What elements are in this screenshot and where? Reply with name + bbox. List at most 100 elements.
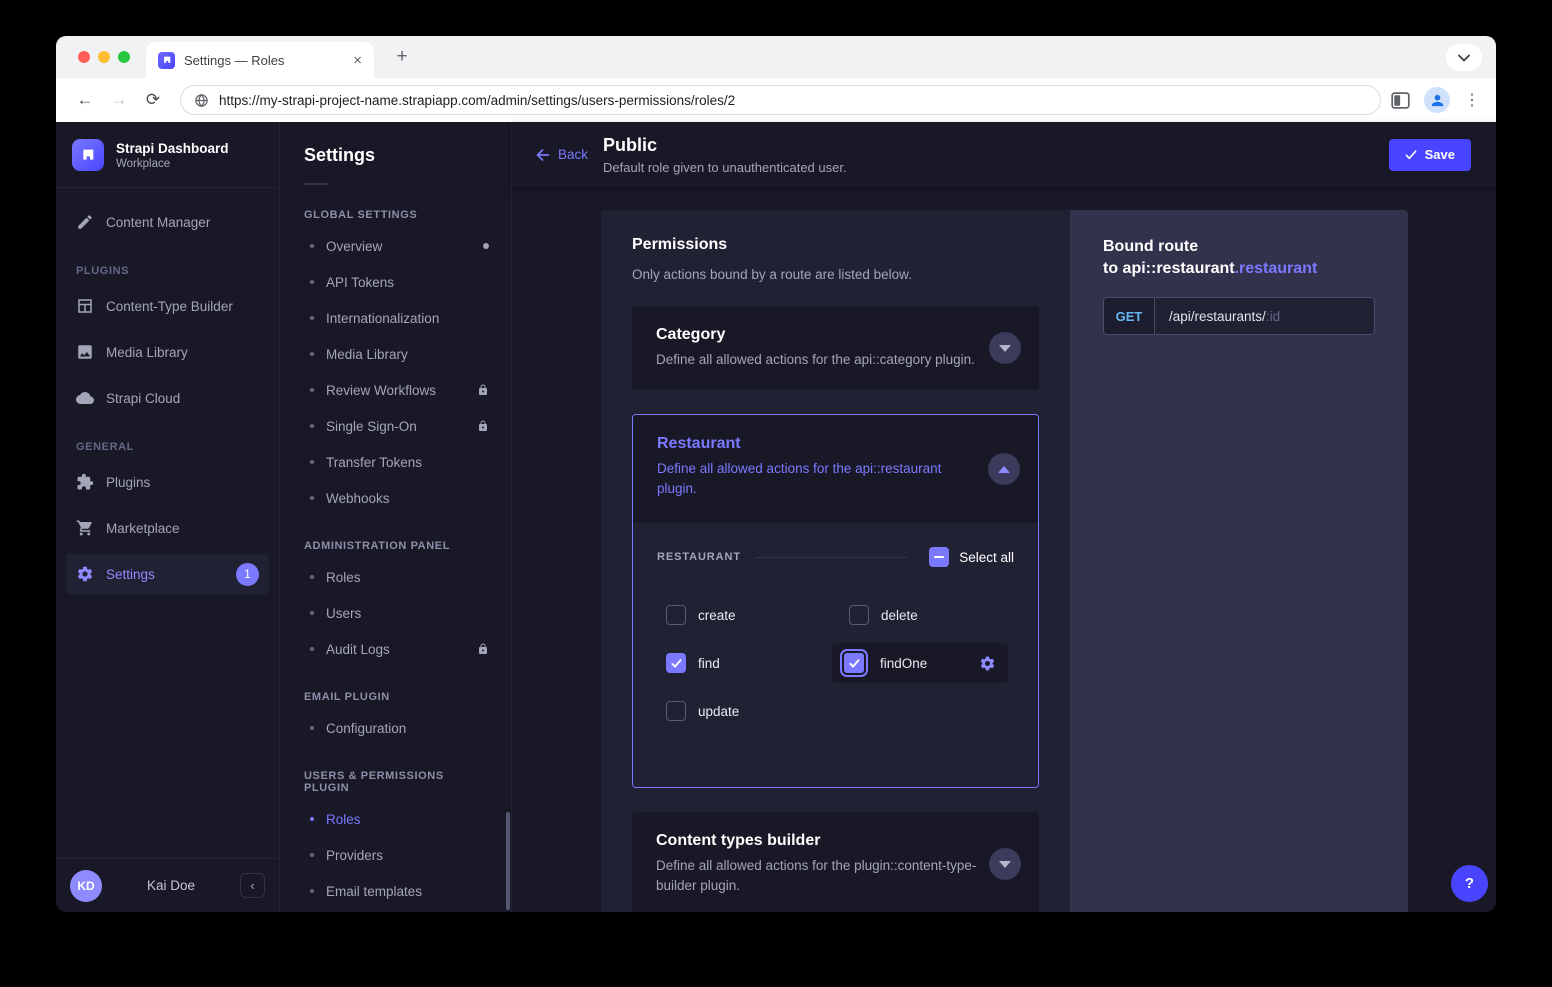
subnav-item-internationalization[interactable]: Internationalization bbox=[280, 300, 511, 336]
tab-close-icon[interactable]: × bbox=[353, 52, 362, 69]
sidebar-item-label: Settings bbox=[106, 567, 155, 582]
zoom-window-button[interactable] bbox=[118, 51, 130, 63]
permission-delete: delete bbox=[840, 605, 1014, 625]
accordion-restaurant-header[interactable]: Restaurant Define all allowed actions fo… bbox=[633, 415, 1038, 523]
reload-icon[interactable]: ⟳ bbox=[139, 86, 167, 114]
url-bar[interactable]: https://my-strapi-project-name.strapiapp… bbox=[180, 85, 1381, 115]
subnav-item-audit-logs[interactable]: Audit Logs bbox=[280, 631, 511, 667]
subnav-item-webhooks[interactable]: Webhooks bbox=[280, 480, 511, 516]
sidebar-item-content-manager[interactable]: Content Manager bbox=[66, 202, 269, 242]
subnav-scrollbar[interactable] bbox=[506, 812, 510, 910]
back-nav-icon[interactable]: ← bbox=[71, 86, 99, 114]
new-tab-button[interactable]: + bbox=[390, 45, 414, 69]
subnav-group-users-permissions: USERS & PERMISSIONS PLUGIN bbox=[304, 770, 487, 794]
select-all-control[interactable]: Select all bbox=[929, 547, 1014, 567]
sidebar-item-marketplace[interactable]: Marketplace bbox=[66, 508, 269, 548]
subnav-item-label: Review Workflows bbox=[326, 383, 436, 398]
expand-ctb-button[interactable] bbox=[989, 848, 1021, 880]
bullet-icon bbox=[310, 817, 314, 821]
sidebar-item-strapi-cloud[interactable]: Strapi Cloud bbox=[66, 378, 269, 418]
browser-profile-avatar[interactable] bbox=[1424, 87, 1450, 113]
page-content: Permissions Only actions bound by a rout… bbox=[512, 187, 1496, 912]
collapse-sidebar-button[interactable]: ‹ bbox=[240, 873, 265, 898]
save-button[interactable]: Save bbox=[1389, 139, 1471, 171]
permission-findone: findOne bbox=[840, 643, 1014, 683]
expand-category-button[interactable] bbox=[989, 332, 1021, 364]
subnav-item-up-roles[interactable]: Roles bbox=[280, 801, 511, 837]
url-text[interactable]: https://my-strapi-project-name.strapiapp… bbox=[219, 93, 735, 108]
subnav-item-review-workflows[interactable]: Review Workflows bbox=[280, 372, 511, 408]
user-name: Kai Doe bbox=[112, 878, 230, 893]
accordion-content-types-builder[interactable]: Content types builder Define all allowed… bbox=[632, 812, 1039, 912]
close-window-button[interactable] bbox=[78, 51, 90, 63]
permission-label: delete bbox=[881, 608, 918, 623]
lock-icon bbox=[477, 384, 489, 396]
subnav-item-label: Audit Logs bbox=[326, 642, 390, 657]
subnav-item-admin-roles[interactable]: Roles bbox=[280, 559, 511, 595]
tab-title: Settings — Roles bbox=[184, 53, 344, 68]
update-checkbox[interactable] bbox=[666, 701, 686, 721]
browser-tab[interactable]: Settings — Roles × bbox=[146, 42, 374, 78]
workspace-switcher[interactable]: Strapi Dashboard Workplace bbox=[56, 122, 279, 187]
sidebar-item-content-type-builder[interactable]: Content-Type Builder bbox=[66, 286, 269, 326]
tab-strip: Settings — Roles × + bbox=[56, 36, 1496, 78]
back-link[interactable]: Back bbox=[535, 147, 588, 162]
subnav-item-email-templates[interactable]: Email templates bbox=[280, 873, 511, 909]
route-path-base: /api/restaurants/ bbox=[1169, 309, 1266, 324]
divider bbox=[56, 187, 279, 188]
subnav-item-label: Overview bbox=[326, 239, 382, 254]
find-checkbox[interactable] bbox=[666, 653, 686, 673]
side-panel-icon[interactable] bbox=[1391, 92, 1410, 109]
subnav-item-transfer-tokens[interactable]: Transfer Tokens bbox=[280, 444, 511, 480]
advanced-settings-cog-button[interactable] bbox=[979, 655, 996, 672]
subnav-item-label: API Tokens bbox=[326, 275, 394, 290]
help-button[interactable]: ? bbox=[1451, 865, 1488, 902]
strapi-logo-icon bbox=[72, 139, 104, 171]
minimize-window-button[interactable] bbox=[98, 51, 110, 63]
subnav-item-users[interactable]: Users bbox=[280, 595, 511, 631]
findone-selected-row[interactable]: findOne bbox=[832, 643, 1008, 683]
user-avatar[interactable]: KD bbox=[70, 870, 102, 902]
subnav-item-api-tokens[interactable]: API Tokens bbox=[280, 264, 511, 300]
select-all-checkbox[interactable] bbox=[929, 547, 949, 567]
globe-icon bbox=[194, 93, 209, 108]
sidebar-item-label: Marketplace bbox=[106, 521, 180, 536]
subnav-title: Settings bbox=[304, 145, 487, 166]
subnav-item-providers[interactable]: Providers bbox=[280, 837, 511, 873]
browser-menu-icon[interactable]: ⋮ bbox=[1464, 90, 1480, 110]
accordion-category[interactable]: Category Define all allowed actions for … bbox=[632, 306, 1039, 390]
create-checkbox[interactable] bbox=[666, 605, 686, 625]
accordion-description: Define all allowed actions for the plugi… bbox=[656, 856, 979, 896]
permission-find: find bbox=[657, 653, 840, 673]
page-subtitle: Default role given to unauthenticated us… bbox=[603, 160, 847, 175]
subnav-item-label: Webhooks bbox=[326, 491, 390, 506]
permissions-grid: create delete bbox=[657, 591, 1014, 735]
sidebar-item-plugins[interactable]: Plugins bbox=[66, 462, 269, 502]
sidebar-footer: KD Kai Doe ‹ bbox=[56, 858, 279, 912]
permission-update: update bbox=[657, 701, 840, 721]
accordion-title: Content types builder bbox=[656, 832, 979, 850]
strapi-favicon-icon bbox=[158, 52, 175, 69]
tab-search-button[interactable] bbox=[1446, 44, 1482, 71]
forward-nav-icon[interactable]: → bbox=[105, 86, 133, 114]
sidebar-item-settings[interactable]: Settings 1 bbox=[66, 554, 269, 594]
browser-toolbar: ← → ⟳ https://my-strapi-project-name.str… bbox=[56, 78, 1496, 122]
sidebar-item-media-library[interactable]: Media Library bbox=[66, 332, 269, 372]
divider bbox=[304, 183, 328, 185]
subnav-item-label: Providers bbox=[326, 848, 383, 863]
findone-checkbox[interactable] bbox=[844, 653, 864, 673]
collapse-restaurant-button[interactable] bbox=[988, 453, 1020, 485]
accordion-restaurant: Restaurant Define all allowed actions fo… bbox=[632, 414, 1039, 788]
bound-route-prefix: to api::restaurant bbox=[1103, 260, 1235, 277]
accordion-description: Define all allowed actions for the api::… bbox=[657, 459, 978, 499]
subnav-item-media-library[interactable]: Media Library bbox=[280, 336, 511, 372]
sidebar-item-label: Media Library bbox=[106, 345, 188, 360]
subnav-item-overview[interactable]: Overview bbox=[280, 228, 511, 264]
sidebar-item-label: Strapi Cloud bbox=[106, 391, 180, 406]
subnav-item-single-sign-on[interactable]: Single Sign-On bbox=[280, 408, 511, 444]
subnav-item-configuration[interactable]: Configuration bbox=[280, 710, 511, 746]
permission-label: update bbox=[698, 704, 739, 719]
accordion-title: Category bbox=[656, 326, 979, 344]
delete-checkbox[interactable] bbox=[849, 605, 869, 625]
permission-label: create bbox=[698, 608, 736, 623]
